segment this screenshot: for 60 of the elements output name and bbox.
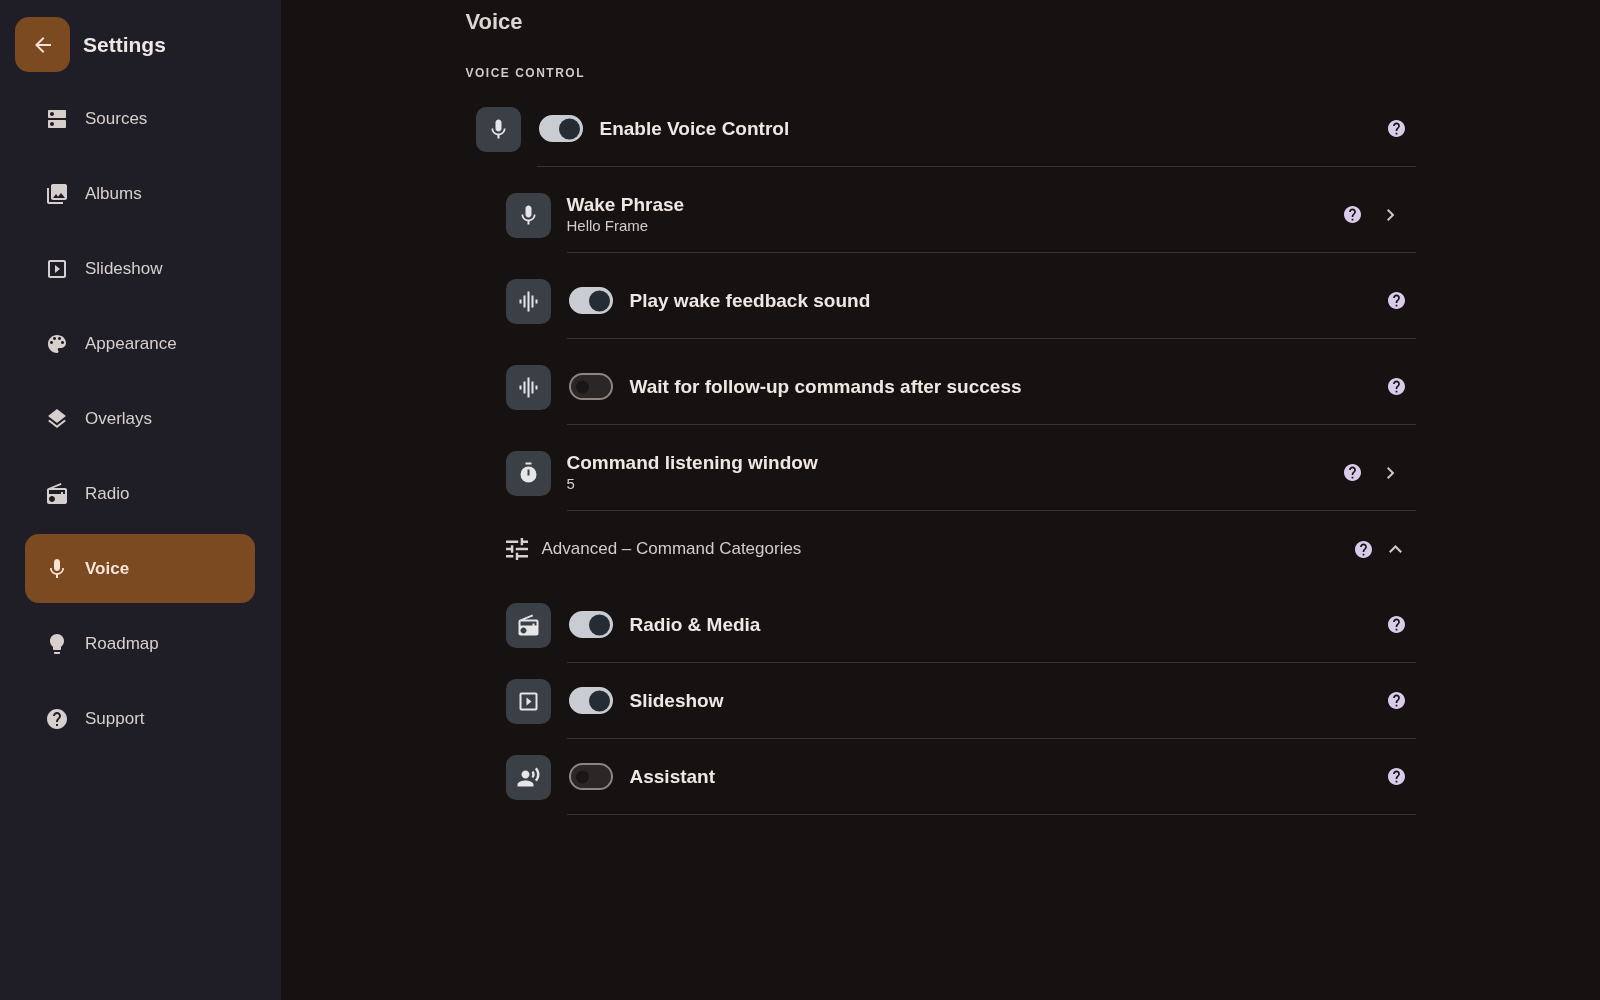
group-title: Advanced – Command Categories xyxy=(541,539,802,559)
help-icon[interactable] xyxy=(1344,206,1362,223)
section-heading: VOICE CONTROL xyxy=(465,65,585,81)
server-icon xyxy=(48,109,66,128)
setting-label: Play wake feedback sound xyxy=(629,289,871,312)
chevron-right-icon[interactable] xyxy=(1387,466,1395,479)
toggle-switch[interactable] xyxy=(568,763,613,790)
toggle-switch[interactable] xyxy=(568,373,613,400)
microphone-icon xyxy=(505,192,551,238)
layers-icon xyxy=(48,409,66,428)
setting-label: Command listening window xyxy=(566,452,818,474)
back-button[interactable] xyxy=(15,17,70,72)
help-icon[interactable] xyxy=(1387,292,1405,309)
setting-label: Assistant xyxy=(629,765,716,788)
nav-item[interactable]: Sources xyxy=(25,84,255,153)
help-icon xyxy=(47,708,67,729)
waveform-icon xyxy=(505,278,551,324)
chevron-up-icon[interactable] xyxy=(1388,545,1402,553)
nav-item[interactable]: Radio xyxy=(25,459,255,528)
sliders-icon xyxy=(505,538,528,560)
person-speaking-icon xyxy=(505,754,551,800)
setting-label: Wake Phrase xyxy=(566,194,685,216)
nav-item[interactable]: Support xyxy=(25,684,255,753)
nav-item[interactable]: Overlays xyxy=(25,384,255,453)
chevron-right-icon[interactable] xyxy=(1387,208,1395,221)
photo-library-icon xyxy=(47,183,67,204)
help-icon[interactable] xyxy=(1387,692,1405,709)
help-icon[interactable] xyxy=(1354,540,1372,558)
sidebar-title: Settings xyxy=(83,32,166,57)
setting-label: Radio & Media xyxy=(629,613,761,636)
nav-item[interactable]: Roadmap xyxy=(25,609,255,678)
toggle-switch[interactable] xyxy=(568,687,613,714)
page-title: Voice xyxy=(465,8,523,36)
stopwatch-icon xyxy=(505,450,551,496)
setting-label: Enable Voice Control xyxy=(599,117,790,140)
nav-item[interactable]: Appearance xyxy=(25,309,255,378)
play-square-icon xyxy=(505,678,551,724)
setting-value: 5 xyxy=(566,474,575,493)
palette-icon xyxy=(48,334,66,353)
arrow-left-icon xyxy=(34,36,51,53)
microphone-icon xyxy=(50,559,64,578)
nav-item[interactable]: Voice xyxy=(25,534,255,603)
nav-item[interactable]: Slideshow xyxy=(25,234,255,303)
nav-item[interactable]: Albums xyxy=(25,159,255,228)
microphone-icon xyxy=(475,106,521,152)
help-icon[interactable] xyxy=(1387,616,1405,633)
setting-value: Hello Frame xyxy=(566,216,649,235)
help-icon[interactable] xyxy=(1344,464,1362,481)
help-icon[interactable] xyxy=(1387,768,1405,785)
toggle-switch[interactable] xyxy=(568,611,613,638)
toggle-switch[interactable] xyxy=(568,287,613,314)
help-icon[interactable] xyxy=(1387,378,1405,395)
toggle-switch[interactable] xyxy=(538,115,583,142)
waveform-icon xyxy=(505,364,551,410)
lightbulb-icon xyxy=(50,633,64,654)
help-icon[interactable] xyxy=(1387,120,1405,137)
radio-icon xyxy=(505,602,551,648)
radio-icon xyxy=(47,483,67,504)
setting-label: Wait for follow-up commands after success xyxy=(629,375,1022,398)
setting-label: Slideshow xyxy=(629,689,724,712)
